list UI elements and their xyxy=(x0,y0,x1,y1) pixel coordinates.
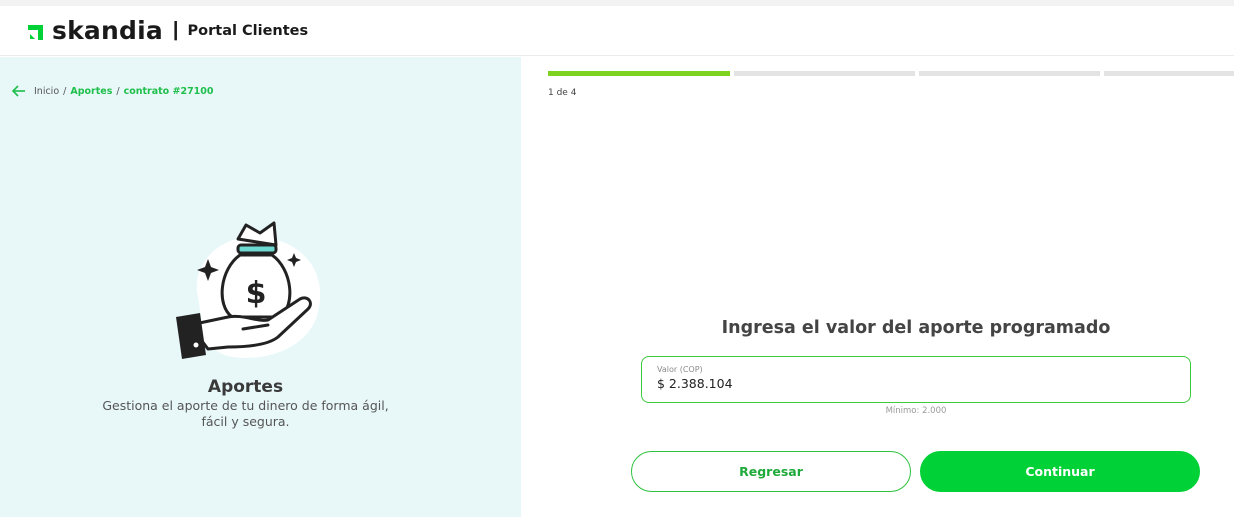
promo-description-line: Gestiona el aporte de tu dinero de forma… xyxy=(102,398,389,413)
progress-segment xyxy=(1104,71,1234,76)
breadcrumb: Inicio / Aportes / contrato #27100 xyxy=(12,85,214,97)
breadcrumb-separator: / xyxy=(116,85,120,97)
breadcrumb-home[interactable]: Inicio xyxy=(34,86,59,97)
promo-panel: Inicio / Aportes / contrato #27100 $ Apo… xyxy=(0,57,521,517)
breadcrumb-contract[interactable]: contrato #27100 xyxy=(124,86,214,97)
amount-field[interactable]: Valor (COP) xyxy=(641,356,1191,403)
progress-segment xyxy=(734,71,915,76)
brand-name[interactable]: skandia xyxy=(52,16,163,45)
header-separator: | xyxy=(172,19,179,41)
svg-text:$: $ xyxy=(246,276,267,311)
step-indicator: 1 de 4 xyxy=(548,88,577,98)
portal-title: Portal Clientes xyxy=(187,22,309,39)
progress-segment-active xyxy=(548,71,730,76)
step-progress-bar xyxy=(548,71,1234,76)
back-button[interactable]: Regresar xyxy=(631,451,911,492)
breadcrumb-separator: / xyxy=(63,85,67,97)
amount-input[interactable] xyxy=(657,376,1176,391)
promo-description: Gestiona el aporte de tu dinero de forma… xyxy=(0,398,491,430)
continue-button[interactable]: Continuar xyxy=(920,451,1200,492)
promo-title: Aportes xyxy=(207,377,284,397)
skandia-logo-icon xyxy=(28,24,43,40)
promo-description-line: fácil y segura. xyxy=(201,414,290,429)
breadcrumb-aportes[interactable]: Aportes xyxy=(70,86,112,97)
progress-segment xyxy=(919,71,1100,76)
hand-money-bag-icon: $ xyxy=(176,221,321,359)
form-question: Ingresa el valor del aporte programado xyxy=(721,318,1111,338)
minimum-hint: Mínimo: 2.000 xyxy=(885,406,947,416)
app-header: skandia | Portal Clientes xyxy=(0,6,1234,56)
amount-field-label: Valor (COP) xyxy=(657,365,703,374)
back-arrow-icon[interactable] xyxy=(12,85,26,97)
